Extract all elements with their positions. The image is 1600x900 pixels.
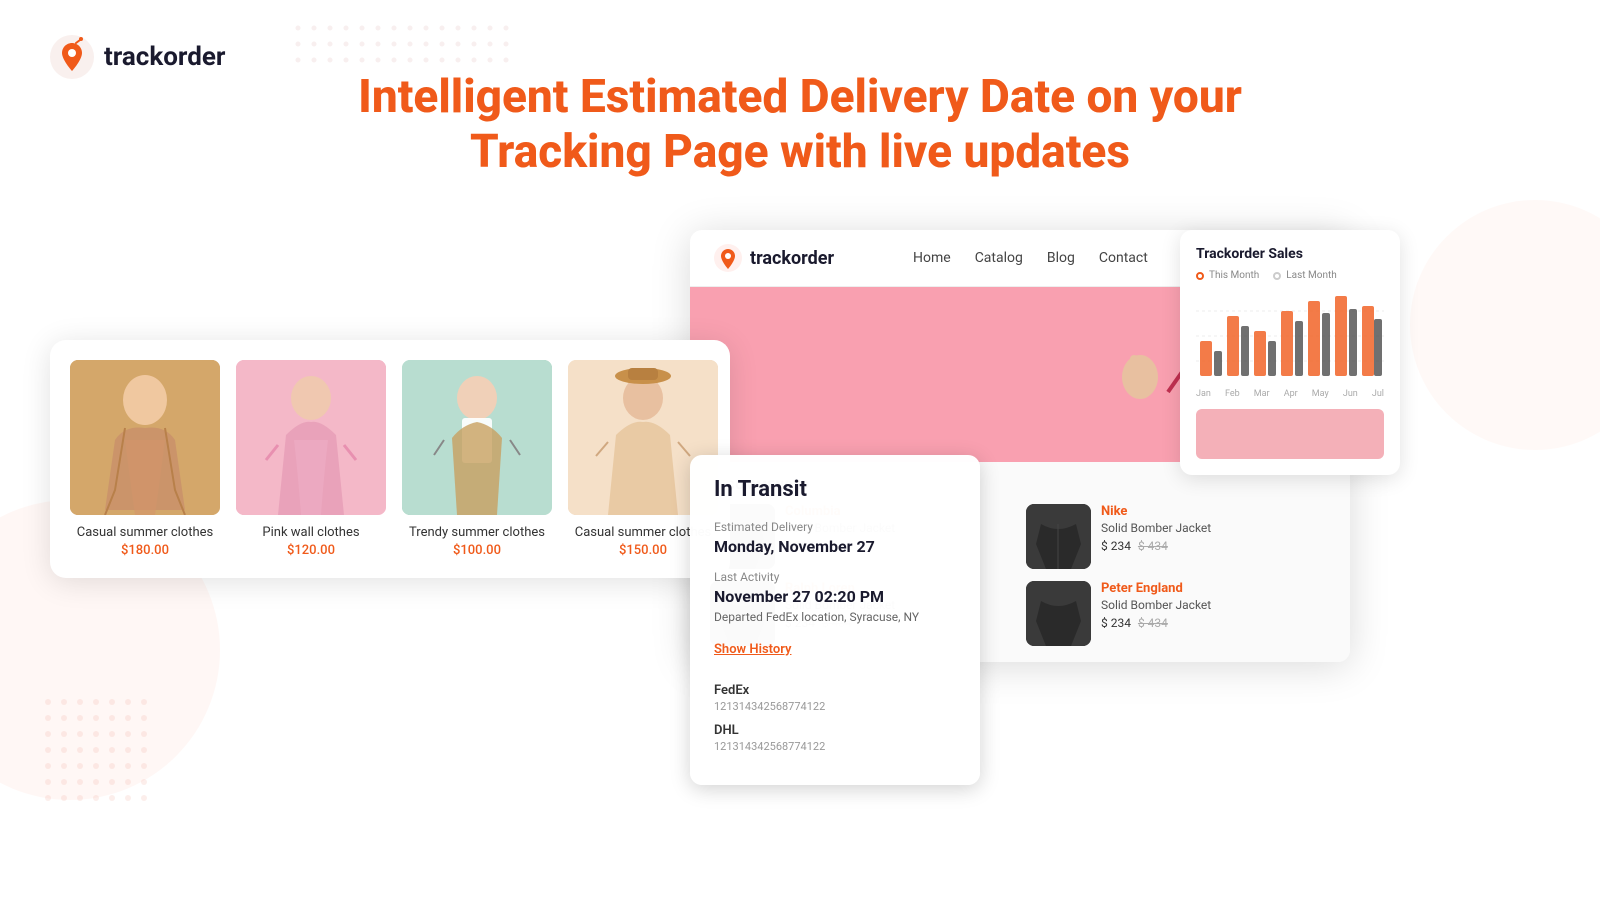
- legend-dot-this-month: [1196, 272, 1204, 280]
- rec-brand-3: Peter England: [1101, 581, 1211, 596]
- product-price-2: $120.00: [287, 543, 335, 558]
- legend-dot-last-month: [1273, 272, 1281, 280]
- estimated-label: Estimated Delivery: [714, 520, 956, 534]
- product-name-2: Pink wall clothes: [262, 525, 359, 540]
- rec-info-3: Peter England Solid Bomber Jacket $ 234 …: [1101, 581, 1211, 630]
- sales-pink-block: [1196, 409, 1384, 459]
- nav-blog[interactable]: Blog: [1047, 250, 1075, 266]
- jacket-svg-3: [1026, 581, 1091, 646]
- product-img-3: [402, 360, 552, 515]
- product-card-2[interactable]: Pink wall clothes $120.00: [236, 360, 386, 558]
- headline-line1: Intelligent Estimated Delivery Date on y…: [0, 70, 1600, 125]
- carrier-tracking-1[interactable]: 121314342568774122: [714, 740, 956, 753]
- transit-card: In Transit Estimated Delivery Monday, No…: [690, 455, 980, 785]
- dots-bottom-left: [40, 694, 152, 810]
- chart-label-jul: Jul: [1372, 389, 1384, 399]
- product-price-4: $150.00: [619, 543, 667, 558]
- chart-label-may: May: [1312, 389, 1329, 399]
- rec-info-1: Nike Solid Bomber Jacket $ 234 $ 434: [1101, 504, 1211, 553]
- carrier-name-0: FedEx: [714, 683, 956, 698]
- rec-name-1: Solid Bomber Jacket: [1101, 521, 1211, 535]
- carrier-section: FedEx 121314342568774122 DHL 12131434256…: [714, 683, 956, 753]
- chart-label-mar: Mar: [1254, 389, 1270, 399]
- chart-label-feb: Feb: [1225, 389, 1240, 399]
- rec-item-1[interactable]: Nike Solid Bomber Jacket $ 234 $ 434: [1026, 504, 1330, 569]
- rec-item-3[interactable]: Peter England Solid Bomber Jacket $ 234 …: [1026, 581, 1330, 646]
- dots-top: [290, 20, 514, 72]
- model-figure-2: [236, 360, 386, 515]
- model-figure-3: [402, 360, 552, 515]
- product-img-2: [236, 360, 386, 515]
- nav-catalog[interactable]: Catalog: [975, 250, 1023, 266]
- rec-price-3: $ 234 $ 434: [1101, 616, 1211, 630]
- product-name-1: Casual summer clothes: [77, 525, 213, 540]
- transit-title: In Transit: [714, 477, 956, 502]
- product-cards-section: Casual summer clothes $180.00 Pink wall …: [50, 340, 730, 578]
- product-price-1: $180.00: [121, 543, 169, 558]
- sales-chart-svg: [1196, 291, 1384, 381]
- show-history-link[interactable]: Show History: [714, 642, 791, 657]
- chart-label-apr: Apr: [1284, 389, 1298, 399]
- store-logo-text: trackorder: [750, 248, 834, 269]
- last-activity-label: Last Activity: [714, 570, 956, 584]
- store-logo-icon: [714, 244, 742, 272]
- product-img-1: [70, 360, 220, 515]
- chart-label-jun: Jun: [1343, 389, 1358, 399]
- rec-img-3: [1026, 581, 1091, 646]
- store-logo: trackorder: [714, 244, 834, 272]
- product-name-3: Trendy summer clothes: [409, 525, 545, 540]
- nav-home[interactable]: Home: [913, 250, 951, 266]
- chart-labels: Jan Feb Mar Apr May Jun Jul: [1196, 389, 1384, 399]
- chart-label-jan: Jan: [1196, 389, 1211, 399]
- legend-this-month: This Month: [1196, 270, 1259, 281]
- nav-contact[interactable]: Contact: [1099, 250, 1148, 266]
- sales-legend: This Month Last Month: [1196, 270, 1384, 281]
- carrier-tracking-0[interactable]: 121314342568774122: [714, 700, 956, 713]
- rec-brand-1: Nike: [1101, 504, 1211, 519]
- sales-title: Trackorder Sales: [1196, 246, 1384, 262]
- headline-line2: Tracking Page with live updates: [0, 125, 1600, 180]
- product-card-3[interactable]: Trendy summer clothes $100.00: [402, 360, 552, 558]
- estimated-value: Monday, November 27: [714, 537, 956, 556]
- product-card-1[interactable]: Casual summer clothes $180.00: [70, 360, 220, 558]
- carrier-name-1: DHL: [714, 723, 956, 738]
- headline-container: Intelligent Estimated Delivery Date on y…: [0, 70, 1600, 180]
- sales-card: Trackorder Sales This Month Last Month: [1180, 230, 1400, 475]
- last-activity-date: November 27 02:20 PM: [714, 587, 956, 606]
- main-container: // Render dots inline trackorder // Will…: [0, 0, 1600, 900]
- logo-text: trackorder: [104, 42, 225, 72]
- last-activity-detail: Departed FedEx location, Syracuse, NY: [714, 610, 956, 624]
- rec-img-1: [1026, 504, 1091, 569]
- jacket-svg-1: [1026, 504, 1091, 569]
- rec-name-3: Solid Bomber Jacket: [1101, 598, 1211, 612]
- model-figure-1: [70, 360, 220, 515]
- product-price-3: $100.00: [453, 543, 501, 558]
- store-nav: Home Catalog Blog Contact: [913, 250, 1148, 266]
- rec-price-1: $ 234 $ 434: [1101, 539, 1211, 553]
- legend-last-month: Last Month: [1273, 270, 1336, 281]
